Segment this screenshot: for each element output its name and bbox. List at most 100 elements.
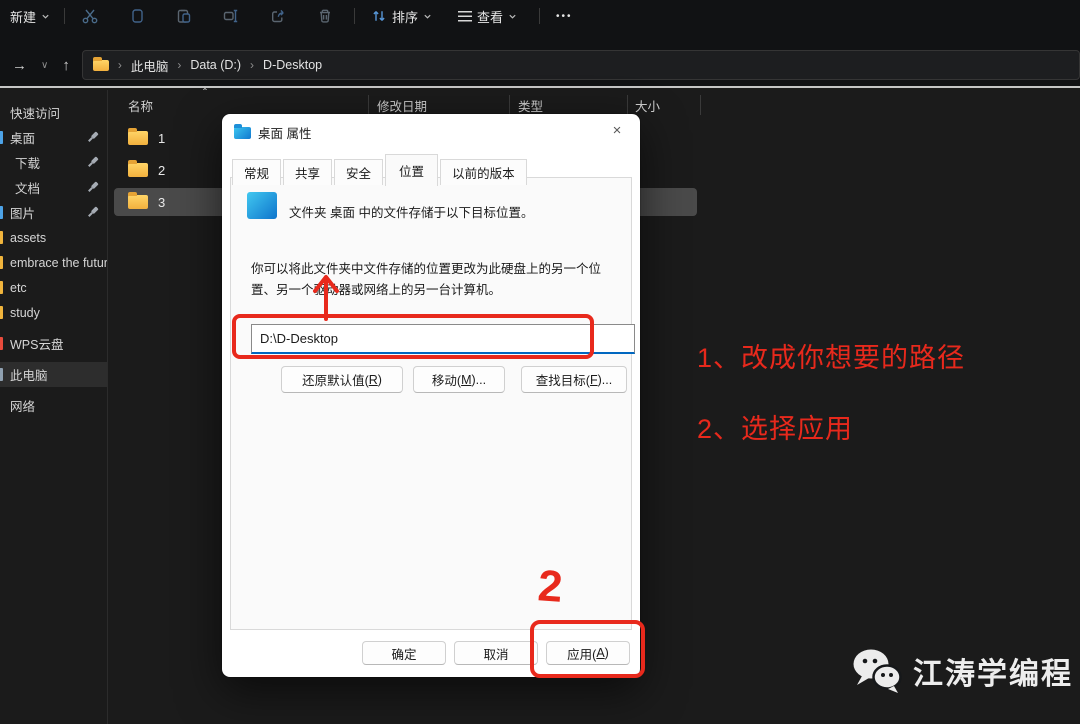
desktop-location-icon (247, 192, 277, 219)
breadcrumb-current-folder[interactable]: D-Desktop (263, 58, 322, 72)
pictures-icon (0, 206, 3, 219)
folder-icon (128, 192, 148, 209)
rename-button[interactable] (222, 7, 240, 25)
sidebar-item-embrace-the-future[interactable]: embrace the futur (0, 250, 107, 275)
view-button[interactable]: 查看 (458, 7, 517, 26)
delete-button[interactable] (316, 7, 334, 25)
annotation-up-arrow (313, 275, 339, 321)
button-label: 移动( (431, 374, 462, 388)
annotation-digit-2: 2 (536, 561, 565, 612)
paste-button[interactable] (175, 7, 193, 25)
restore-default-button[interactable]: 还原默认值(R) (281, 366, 403, 393)
sidebar-item-pictures[interactable]: 图片 (0, 200, 107, 225)
tab-general[interactable]: 常规 (232, 159, 282, 185)
dialog-title: 桌面 属性 (258, 127, 312, 141)
breadcrumb: › 此电脑 › Data (D:) › D-Desktop (81, 50, 1080, 80)
location-tab-page: 文件夹 桌面 中的文件存储于以下目标位置。 你可以将此文件夹中文件存储的位置更改… (230, 177, 635, 630)
column-header-date-modified[interactable]: 修改日期 (377, 96, 427, 115)
pane-divider (107, 90, 108, 724)
breadcrumb-separator-icon: › (250, 58, 255, 72)
sidebar-item-this-pc[interactable]: 此电脑 (0, 362, 107, 387)
sidebar-item-quick-access[interactable]: 快速访问 (0, 100, 107, 125)
sidebar-item-study[interactable]: study (0, 300, 107, 325)
breadcrumb-separator-icon: › (177, 58, 182, 72)
sidebar-item-label: 桌面 (10, 132, 36, 146)
computer-icon (0, 368, 3, 381)
breadcrumb-this-pc[interactable]: 此电脑 (131, 56, 169, 75)
tab-security[interactable]: 安全 (334, 159, 384, 185)
desktop-folder-icon (234, 123, 251, 139)
breadcrumb-drive-d[interactable]: Data (D:) (190, 58, 241, 72)
sort-button-label: 排序 (392, 9, 419, 25)
tab-location[interactable]: 位置 (385, 154, 439, 186)
pin-icon (85, 129, 102, 146)
scissors-icon (82, 9, 98, 24)
ok-button[interactable]: 确定 (362, 641, 446, 665)
move-button[interactable]: 移动(M)... (413, 366, 505, 393)
sidebar-item-etc[interactable]: etc (0, 275, 107, 300)
column-header-size[interactable]: 大小 (635, 96, 660, 115)
folder-icon (0, 306, 3, 319)
sort-ascending-icon: ˆ (203, 86, 207, 100)
sidebar-item-label: 文档 (15, 182, 41, 196)
forward-button[interactable]: → (12, 57, 27, 74)
tab-previous-versions[interactable]: 以前的版本 (440, 159, 527, 185)
up-button[interactable]: ↑ (62, 57, 70, 74)
sort-arrows-icon (373, 11, 385, 21)
annotation-step2-text: 2、选择应用 (697, 414, 854, 444)
sidebar-item-network[interactable]: 网络 (0, 393, 107, 418)
location-intro-text: 文件夹 桌面 中的文件存储于以下目标位置。 (289, 206, 534, 220)
share-icon (272, 9, 284, 23)
share-button[interactable] (269, 7, 287, 25)
new-button-label: 新建 (10, 9, 37, 25)
wps-cloud-icon (0, 337, 3, 350)
folder-icon (128, 160, 148, 177)
button-label: ) (377, 372, 382, 387)
pin-icon (85, 204, 102, 221)
folder-icon (0, 231, 3, 244)
close-icon[interactable]: × (606, 119, 628, 141)
chevron-down-icon (509, 14, 516, 19)
sidebar-item-desktop[interactable]: 桌面 (0, 125, 107, 150)
more-options-button[interactable]: ••• (556, 7, 573, 25)
column-divider[interactable] (627, 95, 628, 115)
folder-icon (92, 56, 109, 71)
sidebar-item-wps-cloud[interactable]: WPS云盘 (0, 331, 107, 356)
column-header-name[interactable]: 名称 (128, 96, 153, 115)
column-divider[interactable] (700, 95, 701, 115)
column-header-type[interactable]: 类型 (518, 96, 543, 115)
ellipsis-icon: ••• (556, 10, 573, 22)
sidebar-item-downloads[interactable]: 下载 (0, 150, 107, 175)
sidebar-item-assets[interactable]: assets (0, 225, 107, 250)
annotation-step1-text: 1、改成你想要的路径 (697, 343, 966, 373)
pin-icon (85, 154, 102, 171)
sidebar-item-label: embrace the futur (10, 255, 107, 270)
sort-button[interactable]: 排序 (371, 7, 432, 26)
find-target-button[interactable]: 查找目标(F)... (521, 366, 627, 393)
new-button[interactable]: 新建 (10, 7, 50, 26)
breadcrumb-separator-icon: › (117, 58, 122, 72)
button-label: 查找目标( (535, 374, 590, 388)
sidebar-item-label: 快速访问 (10, 107, 61, 121)
column-divider[interactable] (368, 95, 369, 115)
history-dropdown-button[interactable]: ∨ (41, 60, 48, 71)
navigation-pane: 快速访问 桌面 下载 文档 图片 assets embrace the futu… (0, 100, 107, 418)
annotation-path-highlight-box (232, 314, 594, 359)
file-explorer-window: 新建 排序 查看 ••• → ∨ ↑ › 此电脑 › Data (D:) › D… (0, 0, 1080, 724)
sidebar-item-label: WPS云盘 (10, 338, 64, 352)
column-divider[interactable] (509, 95, 510, 115)
toolbar-separator (64, 8, 66, 24)
copy-icon (132, 9, 143, 23)
cut-button[interactable] (81, 7, 99, 25)
view-button-label: 查看 (477, 9, 504, 25)
location-description-line2: 置、另一个驱动器或网络上的另一台计算机。 (251, 283, 502, 297)
folder-icon (0, 281, 3, 294)
paste-icon (177, 9, 191, 23)
cancel-button[interactable]: 取消 (454, 641, 538, 665)
file-name: 2 (158, 162, 166, 178)
copy-button[interactable] (128, 7, 146, 25)
tab-sharing[interactable]: 共享 (283, 159, 333, 185)
sidebar-item-documents[interactable]: 文档 (0, 175, 107, 200)
view-list-icon (458, 10, 473, 22)
sidebar-item-label: etc (10, 280, 27, 295)
